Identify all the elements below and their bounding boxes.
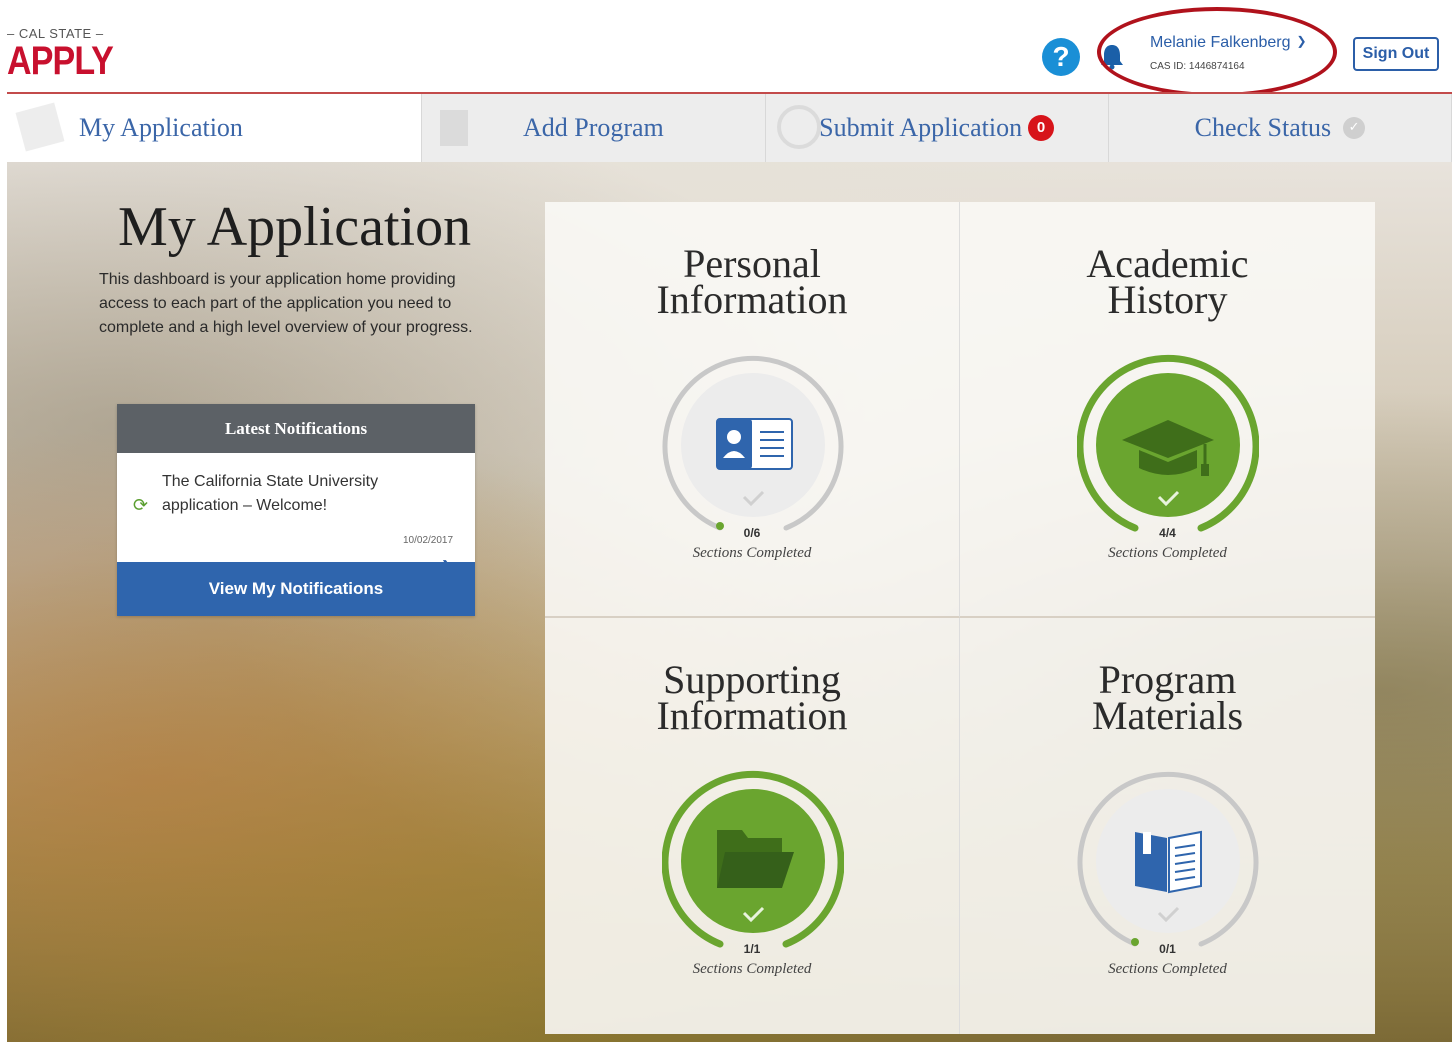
tab-submit-application[interactable]: Submit Application 0 xyxy=(765,94,1109,162)
tab-label: Add Program xyxy=(522,113,664,142)
tab-label: Submit Application xyxy=(819,113,1023,142)
id-card-icon xyxy=(716,418,793,470)
tab-my-application[interactable]: My Application xyxy=(7,94,423,162)
logo-main-text: APPLY xyxy=(7,39,114,83)
highlight-oval xyxy=(1097,7,1337,97)
card-personal-information[interactable]: Personal Information 0/6 Sections Comple… xyxy=(545,202,960,618)
help-icon[interactable]: ? xyxy=(1042,38,1080,76)
sections-count: 0/1 xyxy=(1159,942,1176,956)
notification-text: The California State University applicat… xyxy=(162,473,379,514)
tab-label: Check Status xyxy=(1194,113,1332,142)
card-title: Program Materials xyxy=(1091,657,1244,738)
sign-out-button[interactable]: Sign Out xyxy=(1353,37,1439,71)
sections-count: 4/4 xyxy=(1159,526,1176,540)
notification-date: 10/02/2017 xyxy=(403,535,454,546)
tab-add-program[interactable]: Add Program xyxy=(422,94,766,162)
notification-item[interactable]: ⟳ The California State University applic… xyxy=(117,453,475,577)
progress-ring xyxy=(662,771,844,948)
dashboard-cards: Personal Information 0/6 Sections Comple… xyxy=(545,202,1375,1034)
sections-count: 0/6 xyxy=(743,526,761,540)
card-supporting-information[interactable]: Supporting Information 1/1 Sections Comp… xyxy=(545,618,960,1034)
tab-watermark-icon xyxy=(15,102,65,152)
refresh-icon: ⟳ xyxy=(133,495,149,516)
sections-count: 1/1 xyxy=(743,942,761,956)
card-program-materials[interactable]: Program Materials 0/1 Sections Completed xyxy=(960,618,1375,1034)
tab-watermark-icon xyxy=(440,110,469,146)
notifications-panel: Latest Notifications ⟳ The California St… xyxy=(117,404,475,616)
sections-label: Sections Completed xyxy=(1108,961,1227,977)
notifications-heading: Latest Notifications xyxy=(117,404,475,453)
page-title: My Application xyxy=(118,196,472,258)
book-icon xyxy=(1135,830,1202,894)
cal-state-apply-logo[interactable]: – CAL STATE – APPLY xyxy=(7,26,132,81)
card-title: Academic History xyxy=(1086,241,1249,322)
check-icon: ✓ xyxy=(1343,117,1366,139)
tab-check-status[interactable]: Check Status ✓ xyxy=(1108,94,1452,162)
tab-watermark-icon xyxy=(776,105,821,149)
submit-count-badge: 0 xyxy=(1028,115,1055,141)
progress-ring xyxy=(662,356,844,531)
progress-ring xyxy=(1077,772,1259,947)
sections-label: Sections Completed xyxy=(1108,545,1227,561)
tab-label: My Application xyxy=(79,113,243,142)
header: – CAL STATE – APPLY ? Melanie Falkenberg… xyxy=(0,0,1452,97)
sections-label: Sections Completed xyxy=(692,545,812,561)
progress-ring xyxy=(1077,355,1259,532)
view-notifications-button[interactable]: View My Notifications xyxy=(117,562,475,616)
card-title: Supporting Information xyxy=(656,657,848,738)
card-title: Personal Information xyxy=(656,241,848,322)
main-tabs: My Application Add Program Submit Applic… xyxy=(7,92,1452,162)
page-description: This dashboard is your application home … xyxy=(99,271,473,336)
sections-label: Sections Completed xyxy=(692,961,812,977)
card-academic-history[interactable]: Academic History 4/4 Sections Completed xyxy=(960,202,1375,618)
